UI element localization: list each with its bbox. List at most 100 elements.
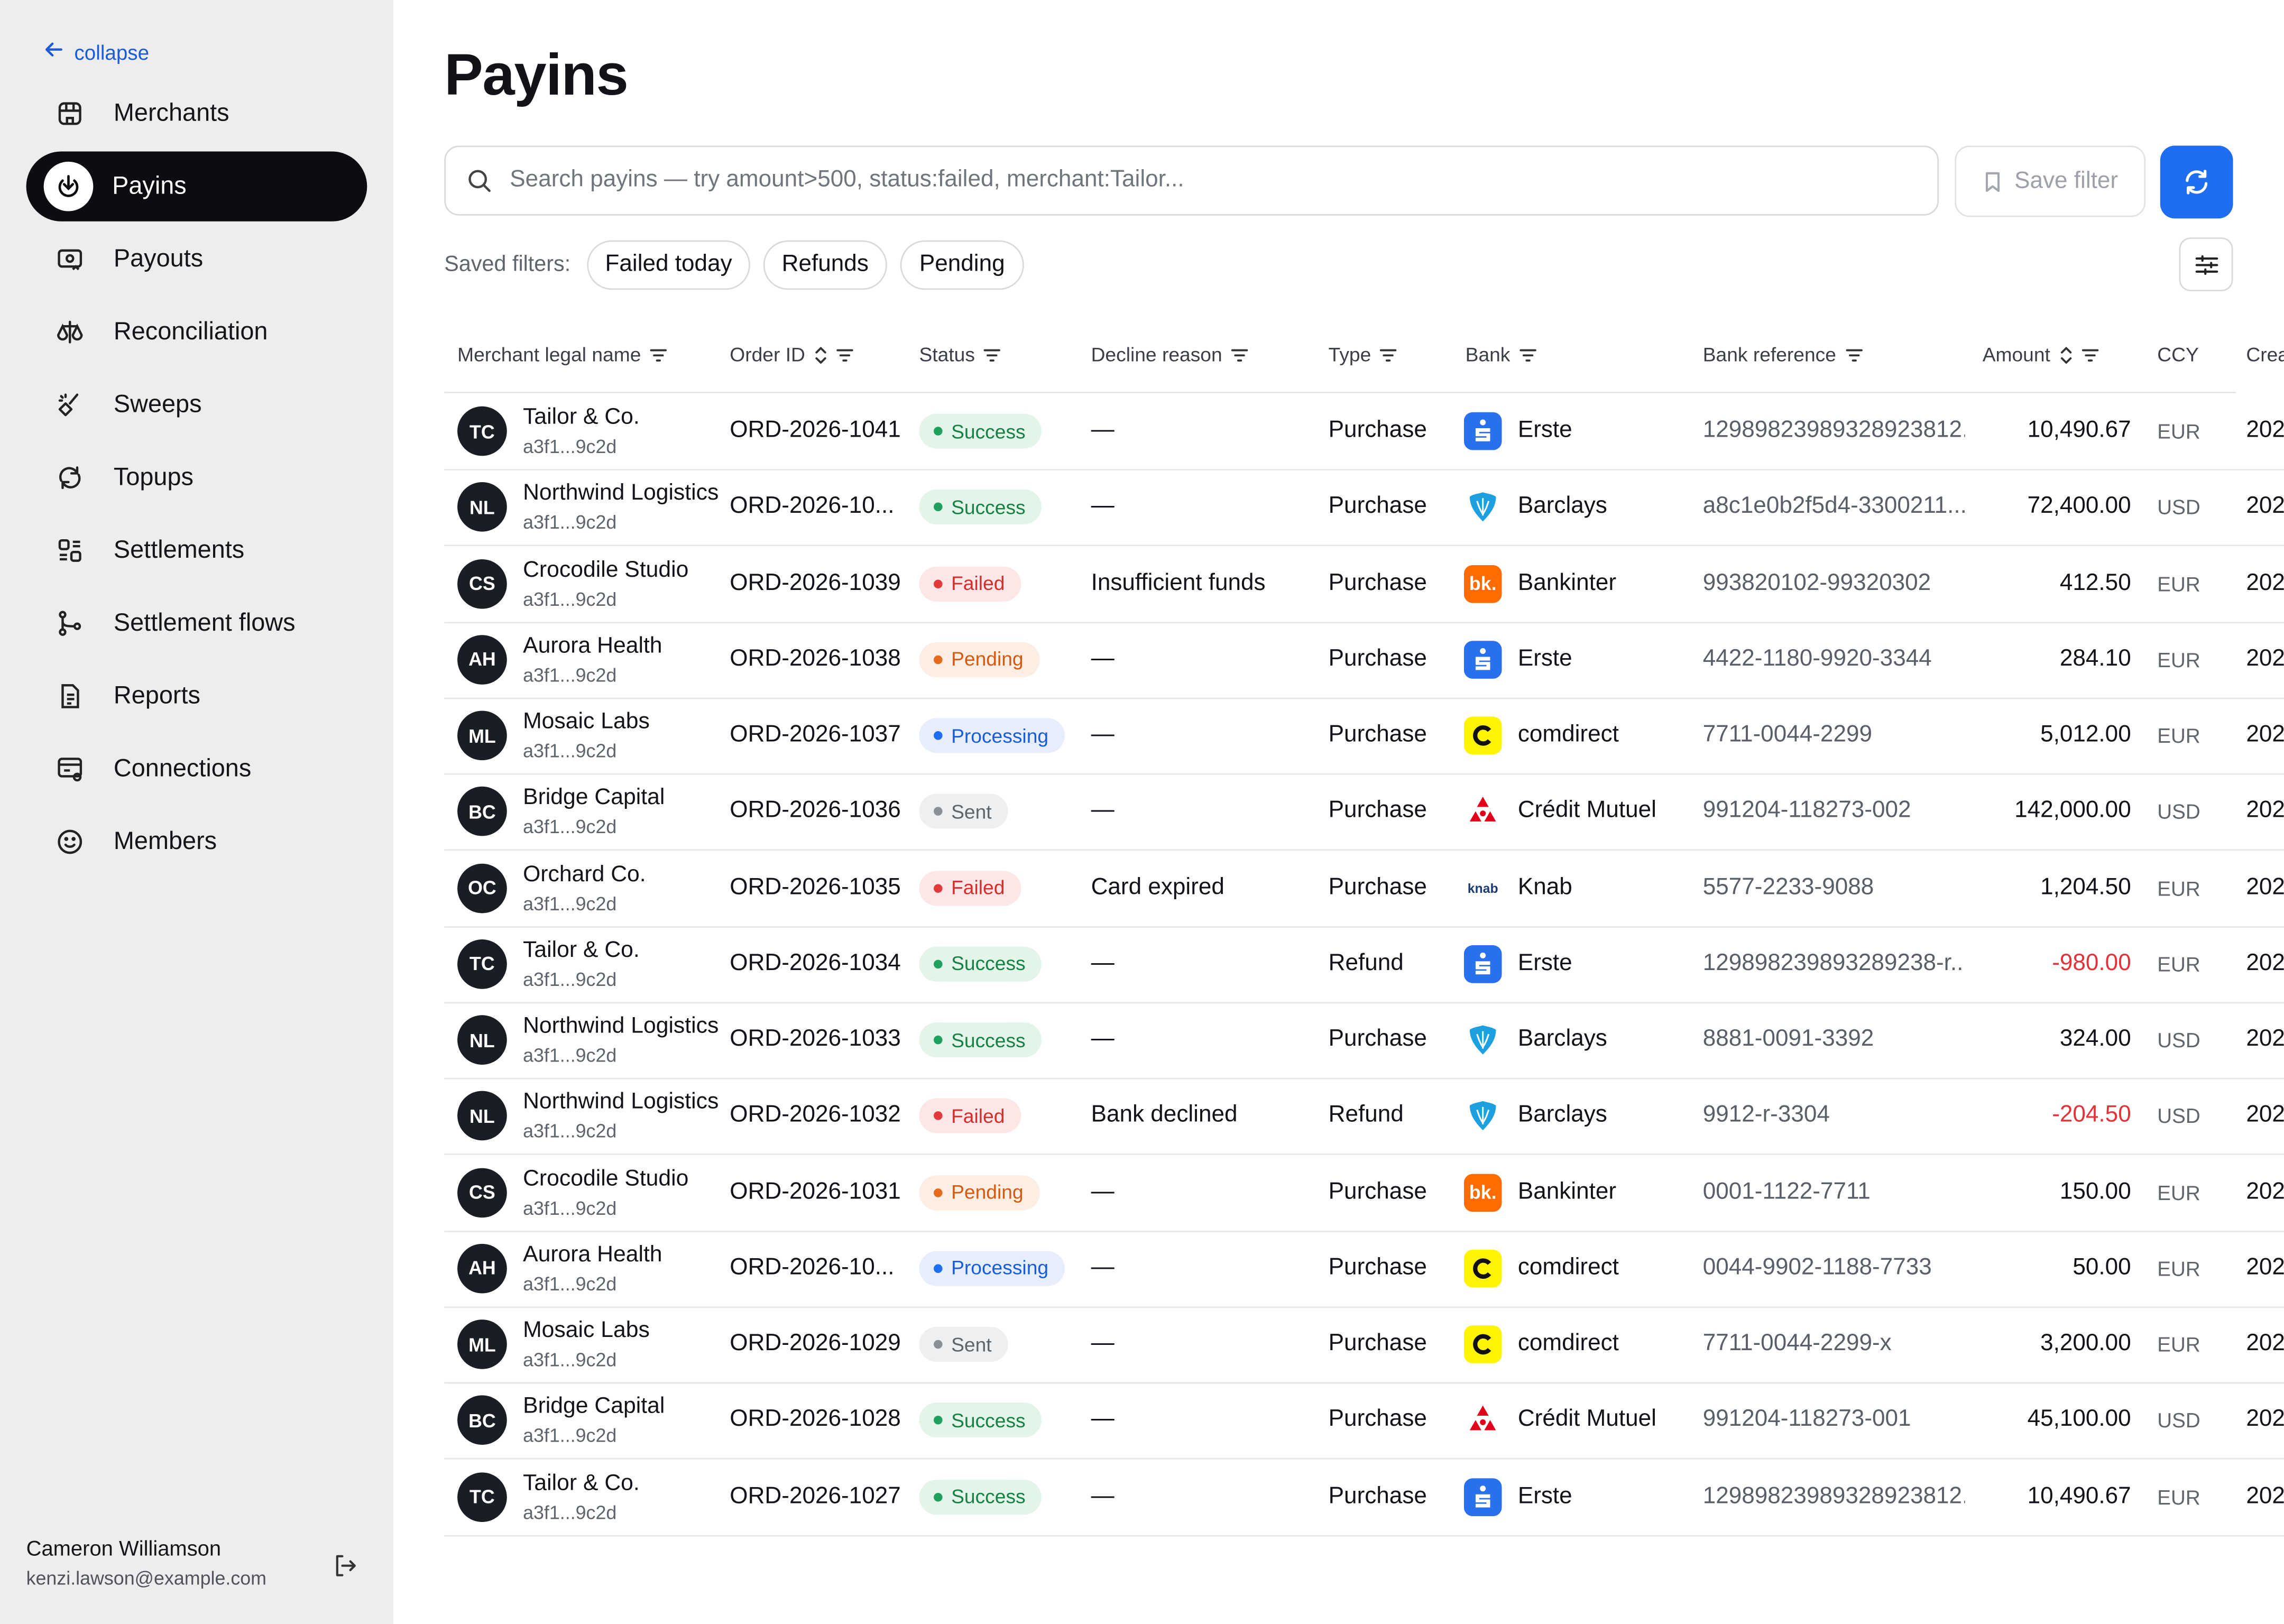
table-row[interactable]: TC Tailor & Co. a3f1...9c2d ORD-2026-1041 Su…	[444, 393, 2284, 470]
status-cell: Success	[919, 393, 1079, 469]
table-row[interactable]: CS Crocodile Studio a3f1...9c2d ORD-2026-10…	[444, 1154, 2284, 1232]
column-header-type[interactable]: Type	[1329, 344, 1397, 366]
order-id[interactable]: ORD-2026-1032	[730, 1078, 905, 1154]
credit-mutuel-logo-icon	[1464, 1401, 1502, 1440]
table-row[interactable]: ML Mosaic Labs a3f1...9c2d ORD-2026-1029 Sen…	[444, 1306, 2284, 1384]
saved-filter-chip[interactable]: Pending	[900, 240, 1024, 290]
table-row[interactable]: AH Aurora Health a3f1...9c2d ORD-2026-1038 P…	[444, 622, 2284, 699]
merchant-avatar: NL	[457, 1091, 507, 1141]
table-row[interactable]: NL Northwind Logistics a3f1...9c2d ORD-2026…	[444, 1002, 2284, 1079]
order-id[interactable]: ORD-2026-10...	[730, 1230, 905, 1306]
column-header-amount[interactable]: Amount	[1983, 344, 2098, 366]
column-header-label: Crea	[2246, 344, 2284, 366]
table-row[interactable]: TC Tailor & Co. a3f1...9c2d ORD-2026-1034 Su…	[444, 926, 2284, 1003]
sort-icon[interactable]	[814, 346, 827, 363]
sidebar-item-connections[interactable]: Connections	[26, 734, 367, 804]
saved-filter-chip[interactable]: Refunds	[763, 240, 887, 290]
order-id[interactable]: ORD-2026-1041	[730, 393, 905, 469]
transaction-type: Purchase	[1328, 874, 1427, 900]
sidebar-item-merchants[interactable]: Merchants	[26, 79, 367, 149]
status-dot	[934, 1416, 943, 1425]
table-row[interactable]: BC Bridge Capital a3f1...9c2d ORD-2026-1028…	[444, 1382, 2284, 1460]
merchant-name[interactable]: Northwind Logistics	[523, 481, 718, 508]
column-header-order-id[interactable]: Order ID	[730, 344, 853, 366]
filter-icon[interactable]	[1380, 347, 1397, 362]
column-header-created[interactable]: Crea	[2246, 344, 2284, 365]
sort-icon[interactable]	[2059, 346, 2072, 363]
table-row[interactable]: BC Bridge Capital a3f1...9c2d ORD-2026-1036…	[444, 774, 2284, 851]
column-header-bank[interactable]: Bank	[1466, 344, 1536, 366]
merchant-name[interactable]: Crocodile Studio	[523, 1166, 718, 1192]
search-input[interactable]	[506, 166, 1911, 196]
table-row[interactable]: NL Northwind Logistics a3f1...9c2d ORD-2026…	[444, 469, 2284, 547]
order-id[interactable]: ORD-2026-1035	[730, 850, 905, 926]
column-header-merchant[interactable]: Merchant legal name	[457, 344, 667, 366]
order-id[interactable]: ORD-2026-1031	[730, 1154, 905, 1230]
logout-icon[interactable]	[332, 1553, 358, 1586]
bank-reference: 4422-1180-9920-3344	[1702, 646, 1932, 671]
filter-icon[interactable]	[836, 347, 853, 362]
table-row[interactable]: ML Mosaic Labs a3f1...9c2d ORD-2026-1037 Pro…	[444, 698, 2284, 775]
sidebar-item-settlement-flows[interactable]: Settlement flows	[26, 588, 367, 658]
merchant-name[interactable]: Tailor & Co.	[523, 1470, 718, 1497]
sidebar-item-members[interactable]: Members	[26, 807, 367, 876]
merchant-name[interactable]: Northwind Logistics	[523, 1014, 718, 1040]
column-header-ccy[interactable]: CCY	[2157, 344, 2199, 365]
sidebar-item-reports[interactable]: Reports	[26, 661, 367, 731]
column-settings-button[interactable]	[2179, 237, 2233, 292]
table-row[interactable]: NL Northwind Logistics a3f1...9c2d ORD-2026…	[444, 1078, 2284, 1156]
merchant-name[interactable]: Mosaic Labs	[523, 1318, 718, 1344]
order-id[interactable]: ORD-2026-1037	[730, 698, 905, 773]
order-id[interactable]: ORD-2026-1028	[730, 1382, 905, 1458]
saved-filter-chip[interactable]: Failed today	[587, 240, 750, 290]
save-filter-button[interactable]: Save filter	[1955, 145, 2146, 217]
status-label: Failed	[951, 1105, 1005, 1127]
column-header-decline-reason[interactable]: Decline reason	[1091, 344, 1249, 366]
merchant-name[interactable]: Mosaic Labs	[523, 709, 718, 736]
column-header-status[interactable]: Status	[919, 344, 1001, 366]
filter-icon[interactable]	[1231, 347, 1248, 362]
order-id[interactable]: ORD-2026-1039	[730, 546, 905, 621]
sidebar-item-payins[interactable]: Payins	[26, 151, 367, 222]
table-row[interactable]: AH Aurora Health a3f1...9c2d ORD-2026-10...…	[444, 1230, 2284, 1308]
filter-icon[interactable]	[1845, 347, 1863, 362]
order-id[interactable]: ORD-2026-10...	[730, 469, 905, 545]
order-id[interactable]: ORD-2026-1029	[730, 1306, 905, 1382]
merchant-name[interactable]: Bridge Capital	[523, 786, 718, 812]
bank-name: comdirect	[1517, 1331, 1619, 1356]
merchant-name[interactable]: Orchard Co.	[523, 862, 718, 888]
created-date: 202	[2246, 418, 2284, 443]
merchant-name[interactable]: Bridge Capital	[523, 1394, 718, 1420]
merchant-name[interactable]: Northwind Logistics	[523, 1090, 718, 1116]
column-header-bank-reference[interactable]: Bank reference	[1703, 344, 1863, 366]
merchant-name[interactable]: Tailor & Co.	[523, 405, 718, 431]
sidebar-item-reconciliation[interactable]: Reconciliation	[26, 297, 367, 367]
search-bar[interactable]	[444, 145, 1939, 216]
filter-icon[interactable]	[2081, 347, 2098, 362]
order-id[interactable]: ORD-2026-1033	[730, 1002, 905, 1078]
sidebar-item-payouts[interactable]: Payouts	[26, 224, 367, 294]
merchant-avatar: CS	[457, 558, 507, 608]
filter-icon[interactable]	[983, 347, 1001, 362]
table-row[interactable]: TC Tailor & Co. a3f1...9c2d ORD-2026-1027 Su…	[444, 1459, 2284, 1536]
decline-reason: —	[1091, 951, 1115, 976]
collapse-button[interactable]: collapse	[44, 39, 149, 64]
refresh-button[interactable]	[2160, 145, 2233, 219]
order-id[interactable]: ORD-2026-1027	[730, 1459, 905, 1534]
filter-icon[interactable]	[650, 347, 667, 362]
order-id[interactable]: ORD-2026-1034	[730, 926, 905, 1002]
sidebar-item-settlements[interactable]: Settlements	[26, 515, 367, 585]
merchant-name[interactable]: Aurora Health	[523, 1242, 718, 1268]
status-cell: Success	[919, 1459, 1079, 1534]
filter-icon[interactable]	[1519, 347, 1536, 362]
merchant-name[interactable]: Tailor & Co.	[523, 938, 718, 964]
table-row[interactable]: CS Crocodile Studio a3f1...9c2d ORD-2026-10…	[444, 546, 2284, 623]
sidebar-item-sweeps[interactable]: Sweeps	[26, 370, 367, 440]
table-row[interactable]: OC Orchard Co. a3f1...9c2d ORD-2026-1035 Fai…	[444, 850, 2284, 927]
sidebar-item-topups[interactable]: Topups	[26, 443, 367, 513]
order-id[interactable]: ORD-2026-1038	[730, 622, 905, 697]
order-id[interactable]: ORD-2026-1036	[730, 774, 905, 850]
merchant-name[interactable]: Crocodile Studio	[523, 557, 718, 584]
merchant-name[interactable]: Aurora Health	[523, 633, 718, 660]
sidebar-item-label: Topups	[113, 463, 194, 491]
